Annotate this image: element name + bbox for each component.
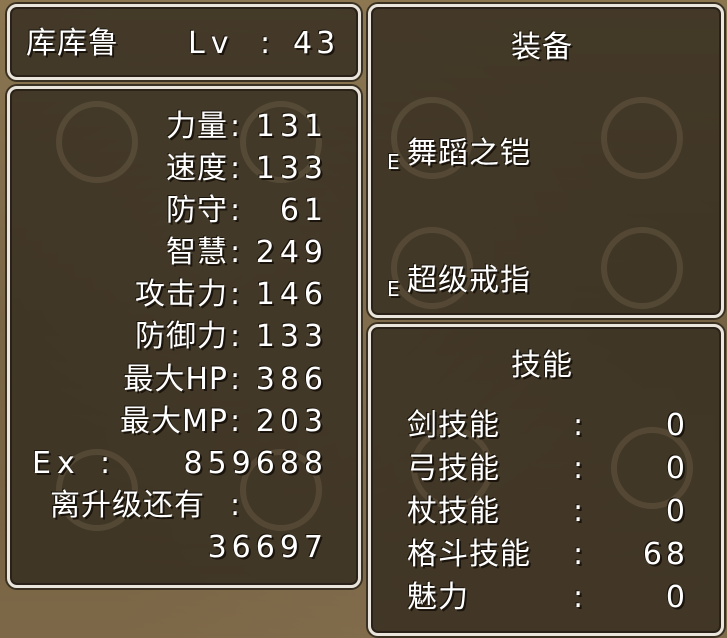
skill-name: 剑技能: [407, 408, 500, 443]
skill-value: 0: [665, 494, 689, 529]
level-label: Lv: [188, 26, 235, 61]
stat-label: 力量: [166, 109, 228, 144]
ornament-ring: [601, 97, 683, 179]
stat-label: 最大HP: [123, 362, 228, 397]
equipped-marker: E: [387, 277, 401, 301]
stat-value: 131: [255, 109, 328, 144]
skill-separator: :: [573, 408, 585, 443]
stats-panel: 力量 : 131 速度 : 133 防守 : 61 智慧 : 249 攻击力 :…: [7, 86, 361, 588]
stat-value: 61: [279, 193, 328, 228]
skill-value: 0: [665, 580, 689, 615]
equipment-panel: 装备 E 舞蹈之铠 E 超级戒指: [368, 4, 724, 318]
stat-separator: :: [230, 277, 242, 312]
stat-value: 249: [255, 235, 328, 270]
equipment-name: 舞蹈之铠: [407, 136, 531, 171]
stat-separator: :: [230, 404, 242, 439]
stat-label: 最大MP: [120, 404, 228, 439]
skill-name: 魅力: [407, 580, 469, 615]
ornament-ring: [56, 101, 138, 183]
skill-separator: :: [573, 451, 585, 486]
level-value: 43: [293, 26, 340, 61]
equipment-name: 超级戒指: [407, 263, 531, 298]
stat-separator: :: [230, 109, 242, 144]
stat-separator: :: [230, 362, 242, 397]
stat-label: 防御力: [135, 319, 228, 354]
stat-value: 133: [255, 151, 328, 186]
equipment-title: 装备: [511, 30, 573, 65]
stat-separator: :: [230, 235, 242, 270]
skill-separator: :: [573, 580, 585, 615]
stat-label: 速度: [166, 151, 228, 186]
name-level-panel: 库库鲁 Lv : 43: [7, 4, 361, 80]
ornament-ring: [601, 227, 683, 309]
stat-value: 133: [255, 319, 328, 354]
stat-label: 攻击力: [135, 277, 228, 312]
skills-title: 技能: [511, 348, 573, 383]
character-name: 库库鲁: [26, 26, 119, 61]
equipped-marker: E: [387, 150, 401, 174]
next-level-value: 36697: [207, 530, 328, 565]
skills-panel: 技能 剑技能 : 0 弓技能 : 0 杖技能 : 0 格斗技能 : 68 魅力 …: [368, 324, 724, 636]
skill-separator: :: [573, 494, 585, 529]
skill-name: 格斗技能: [407, 537, 531, 572]
skill-value: 0: [665, 408, 689, 443]
stat-label: 防守: [166, 193, 228, 228]
next-level-label: 离升级还有: [50, 488, 205, 523]
skill-separator: :: [573, 537, 585, 572]
stat-value: 386: [255, 362, 328, 397]
stat-separator: :: [230, 151, 242, 186]
stat-value: 146: [255, 277, 328, 312]
level-separator: :: [260, 26, 272, 61]
skill-name: 杖技能: [407, 494, 500, 529]
stat-value: 203: [255, 404, 328, 439]
stat-separator: :: [230, 319, 242, 354]
skill-value: 0: [665, 451, 689, 486]
stat-separator: :: [230, 193, 242, 228]
exp-separator: :: [100, 446, 112, 481]
skill-name: 弓技能: [407, 451, 500, 486]
exp-value: 859688: [183, 446, 328, 481]
next-level-separator: :: [230, 488, 242, 523]
exp-label: Ex: [32, 446, 81, 481]
skill-value: 68: [642, 537, 689, 572]
stat-label: 智慧: [166, 235, 228, 270]
